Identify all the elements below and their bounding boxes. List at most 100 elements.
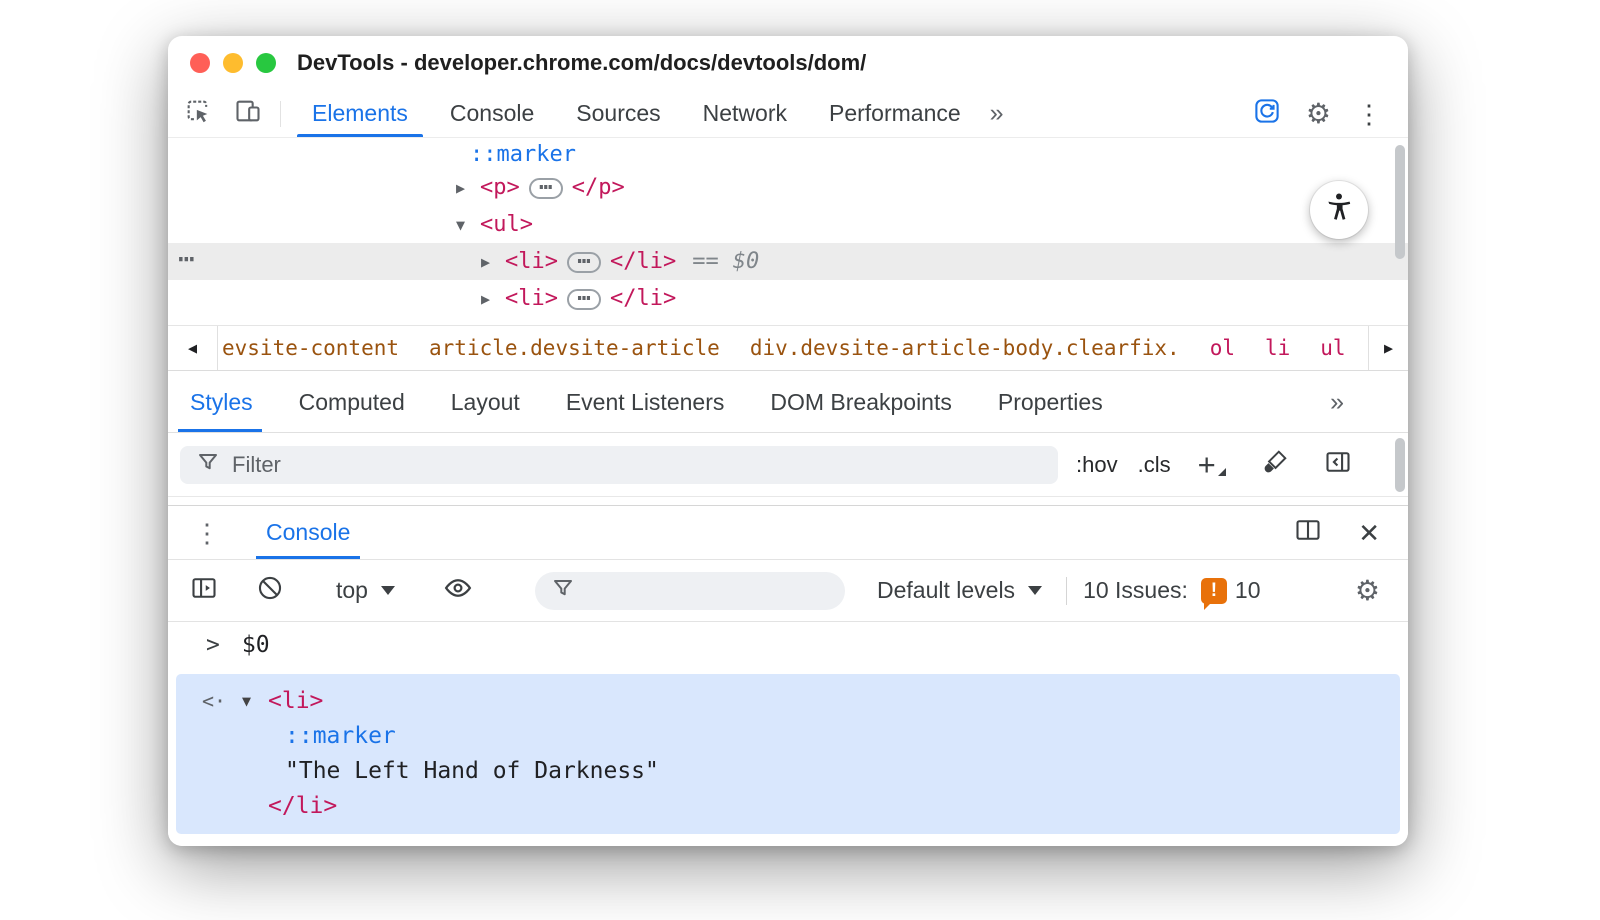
styles-filter-input[interactable]: [232, 451, 1042, 478]
console-history-entry[interactable]: > $0: [168, 622, 1408, 668]
issues-label: 10 Issues:: [1083, 577, 1188, 603]
console-input-text: $0: [241, 632, 270, 658]
tag-open: <ul>: [480, 212, 533, 237]
styles-filter-field[interactable]: [180, 445, 1058, 484]
tab-styles[interactable]: Styles: [168, 372, 276, 432]
inline-expand-button[interactable]: …: [566, 245, 601, 273]
create-live-expression-button[interactable]: [443, 573, 473, 609]
more-panels-button[interactable]: »: [990, 99, 1004, 128]
settings-gear-icon[interactable]: ⚙: [1306, 99, 1331, 128]
tab-layout[interactable]: Layout: [428, 372, 543, 432]
tab-computed[interactable]: Computed: [276, 372, 428, 432]
titlebar[interactable]: DevTools - developer.chrome.com/docs/dev…: [168, 36, 1408, 90]
refresh-device-icon[interactable]: [1253, 97, 1281, 130]
dom-node-li[interactable]: ▶ <li> … </li>: [168, 280, 1408, 317]
inline-expand-button[interactable]: …: [566, 282, 601, 310]
console-filter-input[interactable]: [574, 577, 805, 604]
computed-sidebar-toggle-button[interactable]: [1324, 448, 1352, 481]
chevron-down-icon: [1028, 586, 1043, 595]
plus-icon: +: [1197, 446, 1216, 482]
customize-devtools-kebab-icon[interactable]: ⋮: [1356, 101, 1382, 127]
expand-arrow-icon[interactable]: ▶: [481, 290, 505, 308]
device-toolbar-icon: [234, 97, 262, 130]
elements-dom-tree: ::marker ▶ <p>… </p> ▼ <ul> ⋯ ▶ <li>… </li> ==…: [168, 139, 1408, 325]
collapse-arrow-icon[interactable]: ▼: [242, 692, 268, 710]
zoom-window-button[interactable]: [256, 53, 276, 73]
breadcrumb: evsite-content article.devsite-article d…: [218, 326, 1368, 370]
element-classes-button[interactable]: .cls: [1138, 452, 1171, 478]
tab-dom-breakpoints[interactable]: DOM Breakpoints: [747, 372, 975, 432]
accessibility-overlay-button[interactable]: [1310, 181, 1368, 239]
tab-network[interactable]: Network: [682, 90, 808, 137]
dom-node-ul[interactable]: ▼ <ul>: [168, 206, 1408, 243]
breadcrumb-scroll-right-button[interactable]: ▶: [1368, 326, 1408, 370]
color-format-brush-button[interactable]: [1262, 449, 1288, 480]
tag-open: <li>: [505, 286, 558, 311]
breadcrumb-item[interactable]: div.devsite-article-body.clearfix.: [750, 336, 1180, 360]
main-toolbar: Elements Console Sources Network Perform…: [168, 90, 1408, 138]
tag-close: </li>: [609, 249, 677, 274]
tag-open: <li>: [505, 249, 558, 274]
filter-funnel-icon: [196, 450, 220, 479]
expand-arrow-icon[interactable]: ▶: [456, 179, 480, 197]
styles-scrollbar[interactable]: [1395, 438, 1405, 492]
levels-label: Default levels: [876, 577, 1016, 603]
result-line-pseudo: ::marker: [176, 718, 1400, 753]
tag-close: </p>: [571, 175, 625, 200]
close-drawer-icon[interactable]: ✕: [1358, 520, 1380, 546]
console-prompt-chevron: >: [206, 632, 220, 658]
row-actions-dots-icon[interactable]: ⋯: [178, 242, 195, 275]
log-levels-selector[interactable]: Default levels: [876, 577, 1043, 604]
inspect-element-button[interactable]: [176, 93, 220, 135]
minimize-window-button[interactable]: [223, 53, 243, 73]
toggle-element-state-button[interactable]: :hov: [1076, 452, 1118, 478]
split-panel-icon[interactable]: [1294, 516, 1322, 549]
dom-node-marker-pseudo[interactable]: ::marker: [168, 139, 1408, 169]
breadcrumb-item[interactable]: ol: [1210, 336, 1235, 360]
new-rule-dropdown-icon: [1217, 467, 1226, 476]
collapse-arrow-icon[interactable]: ▼: [456, 216, 480, 234]
result-text-node: "The Left Hand of Darkness": [285, 757, 659, 784]
console-messages: > $0 <· ▼ <li> ::marker "The Left Hand of …: [168, 622, 1408, 846]
close-window-button[interactable]: [190, 53, 210, 73]
console-result-highlighted[interactable]: <· ▼ <li> ::marker "The Left Hand of Darkn…: [176, 674, 1400, 834]
javascript-context-selector[interactable]: top: [336, 577, 395, 604]
result-line-text: "The Left Hand of Darkness": [176, 753, 1400, 788]
tab-event-listeners[interactable]: Event Listeners: [543, 372, 748, 432]
breadcrumb-item[interactable]: evsite-content: [222, 336, 399, 360]
result-tag-close: </li>: [268, 792, 338, 819]
console-filter-field[interactable]: [534, 571, 845, 610]
console-drawer-header: ⋮ Console ✕: [168, 505, 1408, 560]
drawer-tab-console[interactable]: Console: [248, 506, 368, 559]
equals-sign: ==: [692, 249, 719, 274]
expand-arrow-icon[interactable]: ▶: [481, 253, 505, 271]
console-settings-gear-icon[interactable]: ⚙: [1355, 576, 1380, 605]
breadcrumb-item[interactable]: ul: [1320, 336, 1345, 360]
window-title: DevTools - developer.chrome.com/docs/dev…: [297, 50, 867, 75]
more-styles-tabs-button[interactable]: »: [1330, 388, 1344, 417]
dom-node-li-selected[interactable]: ⋯ ▶ <li> … </li> == $0: [168, 242, 1408, 280]
console-sidebar-button[interactable]: [190, 574, 218, 608]
console-sidebar-icon: [190, 574, 218, 608]
issues-counter-button[interactable]: 10 Issues: ! 10: [1083, 577, 1261, 610]
styles-filter-toolbar: :hov .cls +: [168, 433, 1408, 497]
breadcrumb-item[interactable]: li: [1265, 336, 1290, 360]
clear-console-button[interactable]: [256, 574, 284, 608]
device-toolbar-button[interactable]: [226, 93, 270, 135]
breadcrumb-item[interactable]: article.devsite-article: [429, 336, 720, 360]
dollar-zero-ref: $0: [732, 249, 760, 274]
tab-console[interactable]: Console: [429, 90, 555, 137]
vertical-scrollbar[interactable]: [1395, 145, 1405, 259]
breadcrumb-scroll-left-button[interactable]: ◀: [168, 326, 218, 370]
tab-sources[interactable]: Sources: [555, 90, 681, 137]
new-style-rule-button[interactable]: +: [1197, 446, 1226, 482]
tab-elements[interactable]: Elements: [291, 90, 429, 137]
drawer-kebab-icon[interactable]: ⋮: [194, 520, 220, 546]
dom-node-p[interactable]: ▶ <p> … </p>: [168, 169, 1408, 206]
issues-warning-icon: !: [1200, 577, 1227, 610]
tab-performance[interactable]: Performance: [808, 90, 982, 137]
inline-expand-button[interactable]: …: [528, 171, 563, 199]
tag-open: <p>: [480, 175, 520, 200]
tab-properties[interactable]: Properties: [975, 372, 1126, 432]
pseudo-element-label: ::marker: [470, 141, 576, 167]
